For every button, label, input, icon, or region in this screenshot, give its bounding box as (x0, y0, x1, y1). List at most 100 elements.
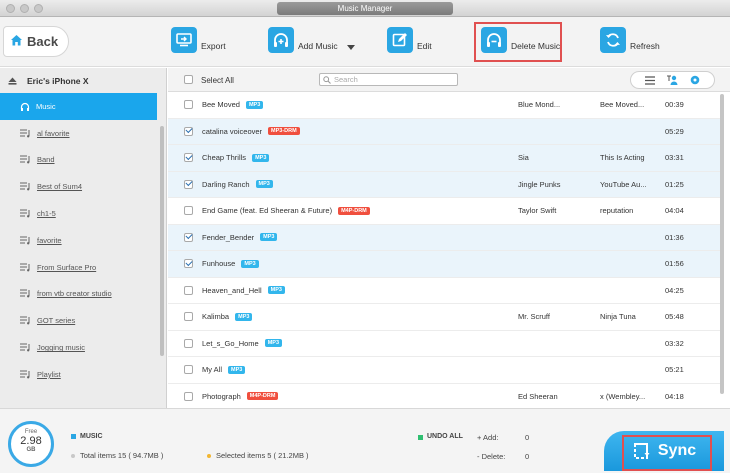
select-all-checkbox[interactable] (184, 75, 193, 84)
song-cell: Darling Ranch MP3 (202, 180, 273, 189)
artist-cell: Mr. Scruff (518, 312, 550, 322)
playlist-icon (20, 155, 31, 164)
sidebar-item-playlist[interactable]: GOT series (0, 307, 166, 334)
undo-all-button[interactable]: UNDO ALL (427, 433, 463, 440)
table-row[interactable]: End Game (feat. Ed Sheeran & Future) M4P-… (168, 198, 720, 225)
table-row[interactable]: Fender_Bender MP3 01:36 (168, 224, 720, 251)
sidebar-item-playlist[interactable]: Jogging music (0, 334, 166, 361)
category-label: MUSIC (80, 433, 103, 440)
list-scrollbar[interactable] (720, 94, 724, 394)
add-music-dropdown-icon[interactable] (347, 44, 355, 53)
row-checkbox[interactable] (184, 100, 193, 110)
song-cell: Heaven_and_Hell MP3 (202, 286, 285, 295)
edit-button[interactable]: Edit (387, 27, 432, 53)
zoom-window-button[interactable] (34, 4, 43, 13)
album-cell: This Is Acting (600, 153, 645, 163)
sidebar-item-playlist[interactable]: favorite (0, 227, 166, 254)
sidebar-item-label: From Surface Pro (37, 262, 97, 272)
row-checkbox[interactable] (184, 179, 193, 189)
song-title: Photograph (202, 391, 241, 401)
sidebar-item-label: ch1-5 (37, 209, 56, 219)
list-view-icon[interactable] (644, 75, 655, 85)
selected-items: Selected items 5 ( 21.2MB ) (216, 451, 309, 460)
song-cell: Let_s_Go_Home MP3 (202, 339, 283, 348)
sync-highlight (622, 435, 712, 471)
table-row[interactable]: Photograph M4P-DRM Ed Sheeran x (Wembley...… (168, 384, 720, 410)
sidebar-item-playlist[interactable]: Band (0, 147, 166, 174)
sidebar-item-playlist[interactable]: Best of Sum4 (0, 173, 166, 200)
table-row[interactable]: Bee Moved MP3 Blue Mond... Bee Moved... 00:3… (168, 92, 720, 119)
back-button[interactable]: Back (3, 26, 69, 57)
table-row[interactable]: Funhouse MP3 01:56 (168, 251, 720, 278)
sidebar-item-playlist[interactable]: ch1-5 (0, 200, 166, 227)
table-row[interactable]: Let_s_Go_Home MP3 03:32 (168, 331, 720, 357)
device-header[interactable]: Eric's iPhone X (0, 68, 166, 93)
total-items: Total items 15 ( 94.7MB ) (80, 451, 164, 460)
eject-icon[interactable] (8, 77, 17, 85)
row-checkbox[interactable] (184, 259, 193, 269)
duration-cell: 00:39 (665, 100, 684, 110)
table-row[interactable]: My All MP3 05:21 (168, 357, 720, 384)
album-cell: Bee Moved... (600, 100, 645, 110)
sidebar-item-playlist[interactable]: al favorite (0, 120, 166, 147)
table-row[interactable]: Darling Ranch MP3 Jingle Punks YouTube Au..… (168, 171, 720, 198)
artist-cell: Jingle Punks (518, 179, 561, 189)
playlist-icon (20, 370, 31, 379)
home-icon (10, 34, 23, 49)
song-title: Heaven_and_Hell (202, 285, 262, 295)
row-checkbox[interactable] (184, 338, 193, 348)
duration-cell: 01:36 (665, 232, 684, 242)
sidebar-item-playlist[interactable]: From Surface Pro (0, 254, 166, 281)
song-cell: My All MP3 (202, 365, 246, 374)
search-input[interactable]: Search (319, 73, 458, 86)
format-badge: M4P-DRM (338, 206, 370, 215)
song-cell: Photograph M4P-DRM (202, 391, 279, 401)
select-all-label: Select All (201, 76, 234, 85)
duration-cell: 04:18 (665, 391, 684, 401)
row-checkbox[interactable] (184, 153, 193, 163)
artist-cell: Sia (518, 153, 529, 163)
format-badge: MP3-DRM (268, 127, 300, 136)
delete-label: - Delete: (477, 452, 506, 461)
duration-cell: 05:29 (665, 126, 684, 136)
sidebar-item-playlist[interactable]: from vtb creator studio (0, 281, 166, 308)
minimize-window-button[interactable] (20, 4, 29, 13)
music-category-dot (71, 434, 76, 439)
song-title: Funhouse (202, 259, 236, 269)
back-label: Back (27, 34, 59, 49)
table-row[interactable]: Kalimba MP3 Mr. Scruff Ninja Tuna 05:48 (168, 304, 720, 331)
row-checkbox[interactable] (184, 206, 193, 216)
table-row[interactable]: Cheap Thrills MP3 Sia This Is Acting 03:31 (168, 145, 720, 172)
sidebar-item-label: GOT series (37, 316, 76, 326)
row-checkbox[interactable] (184, 391, 193, 401)
storage-free-value: 2.98 (20, 435, 42, 447)
artist-cell: Taylor Swift (518, 206, 557, 216)
refresh-button[interactable]: Refresh (600, 27, 660, 53)
table-row[interactable]: Heaven_and_Hell MP3 04:25 (168, 278, 720, 304)
headphones-icon (20, 102, 30, 111)
add-music-button[interactable]: Add Music (268, 27, 338, 53)
delete-count: 0 (525, 452, 530, 461)
disc-view-icon[interactable] (690, 75, 700, 85)
playlist-icon (20, 236, 31, 245)
format-badge: MP3 (255, 180, 273, 189)
sidebar-item-playlist[interactable]: Playlist (0, 361, 166, 388)
sidebar-item-music[interactable]: Music (0, 93, 157, 120)
duration-cell: 01:56 (665, 259, 684, 269)
row-checkbox[interactable] (184, 312, 193, 322)
add-music-label: Add Music (298, 41, 338, 51)
song-cell: End Game (feat. Ed Sheeran & Future) M4P-… (202, 206, 370, 215)
search-placeholder: Search (334, 75, 358, 84)
row-checkbox[interactable] (184, 365, 193, 375)
row-checkbox[interactable] (184, 126, 193, 136)
sidebar-scrollbar[interactable] (160, 126, 164, 356)
table-row[interactable]: catalina voiceover MP3-DRM 05:29 (168, 118, 720, 145)
window-title: Music Manager (277, 2, 453, 15)
row-checkbox[interactable] (184, 232, 193, 242)
row-checkbox[interactable] (184, 285, 193, 295)
storage-unit: GB (26, 447, 36, 453)
export-button[interactable]: Export (171, 27, 226, 53)
format-badge: MP3 (260, 233, 278, 242)
artist-sort-icon[interactable] (666, 75, 678, 85)
close-window-button[interactable] (6, 4, 15, 13)
